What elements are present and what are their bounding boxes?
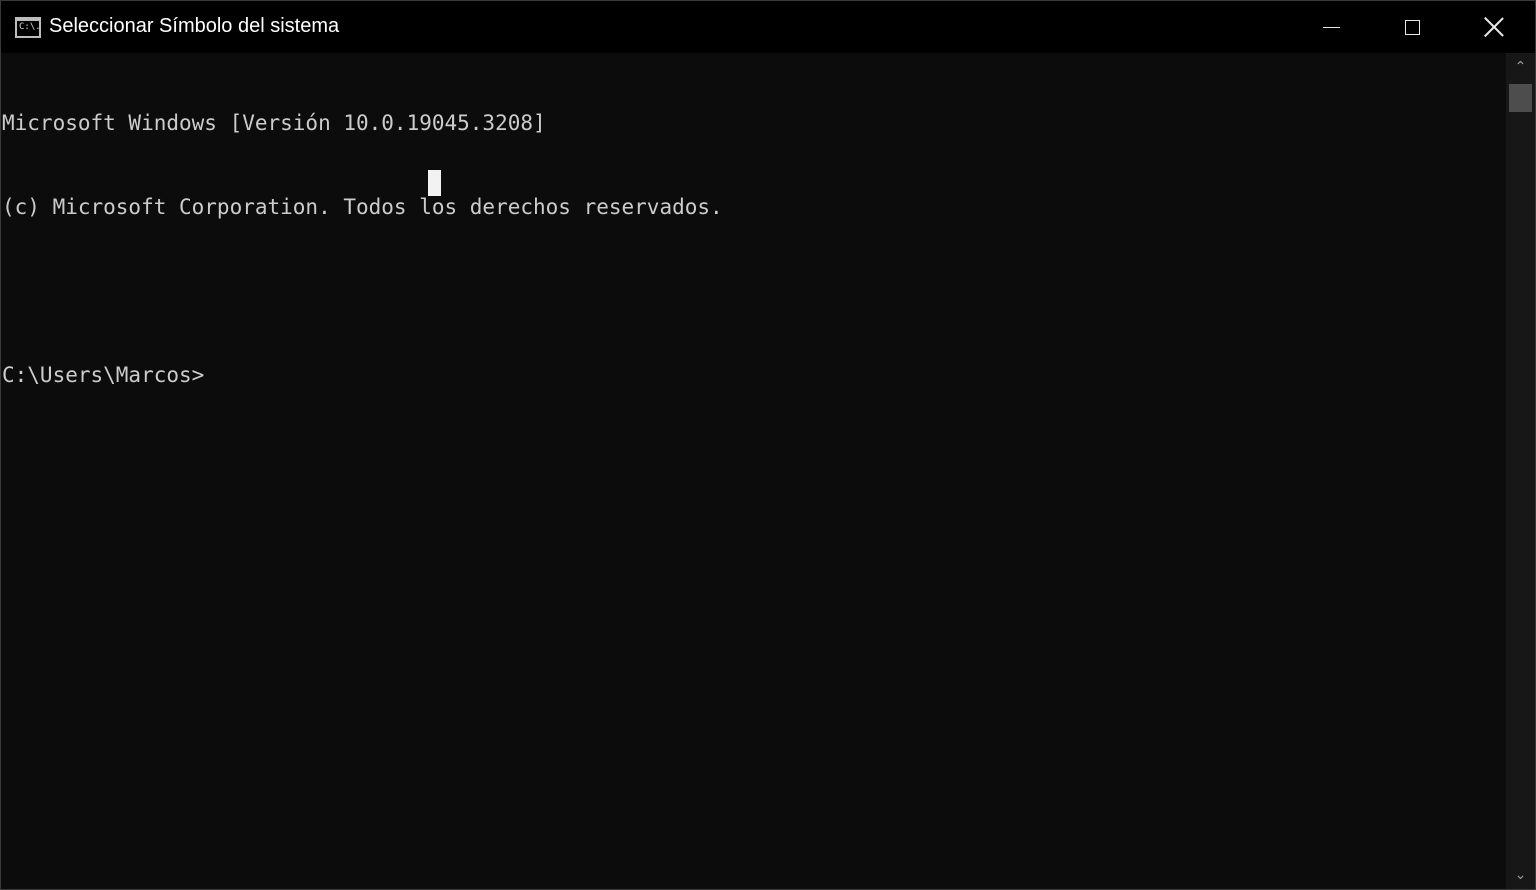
scrollbar-thumb[interactable] xyxy=(1509,84,1532,112)
command-prompt[interactable]: C:\Users\Marcos> xyxy=(1,361,1505,389)
console-line: (c) Microsoft Corporation. Todos los der… xyxy=(2,195,723,219)
close-icon xyxy=(1484,17,1504,37)
chevron-up-icon: ⌃ xyxy=(1514,59,1527,75)
close-button[interactable] xyxy=(1453,1,1535,53)
maximize-button[interactable] xyxy=(1371,1,1453,53)
cmd-window: C:\. Seleccionar Símbolo del sistema Mic… xyxy=(0,0,1536,890)
console-output[interactable]: Microsoft Windows [Versión 10.0.19045.32… xyxy=(1,53,1505,889)
maximize-icon xyxy=(1404,19,1420,35)
cmd-icon-text: C:\. xyxy=(19,22,41,32)
scroll-down-button[interactable]: ⌄ xyxy=(1506,861,1535,889)
minimize-icon xyxy=(1322,26,1340,28)
scroll-up-button[interactable]: ⌃ xyxy=(1506,53,1535,81)
chevron-down-icon: ⌄ xyxy=(1514,867,1527,883)
vertical-scrollbar[interactable]: ⌃ ⌄ xyxy=(1506,53,1535,889)
minimize-button[interactable] xyxy=(1290,1,1372,53)
window-title: Seleccionar Símbolo del sistema xyxy=(49,15,340,37)
console-line: Microsoft Windows [Versión 10.0.19045.32… xyxy=(2,111,546,135)
title-bar[interactable]: C:\. Seleccionar Símbolo del sistema xyxy=(1,1,1535,53)
text-cursor xyxy=(428,170,441,196)
cmd-icon[interactable]: C:\. xyxy=(15,17,41,38)
